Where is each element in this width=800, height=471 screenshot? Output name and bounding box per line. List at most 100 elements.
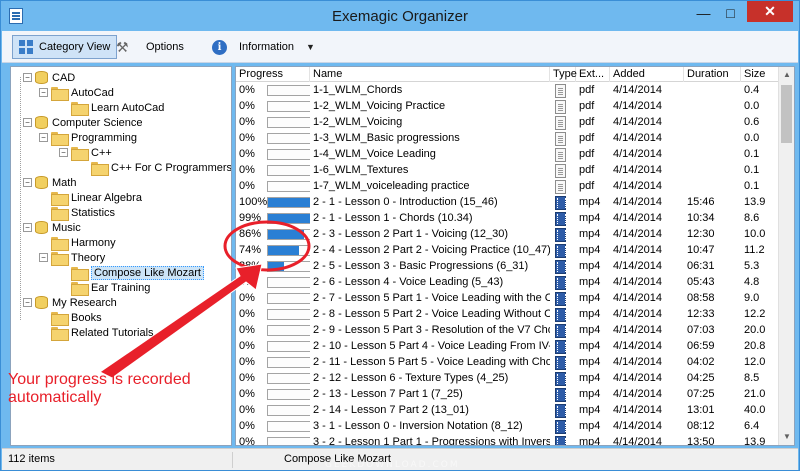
- column-header-name[interactable]: Name: [310, 67, 550, 82]
- tree-node[interactable]: Related Tutorials: [39, 325, 154, 341]
- progress-cell: 0%: [236, 131, 310, 147]
- collapse-toggle-icon[interactable]: −: [23, 73, 32, 82]
- table-row[interactable]: 0% 1-4_WLM_Voice Leading pdf 4/14/2014 0.1: [236, 147, 779, 163]
- tree-node[interactable]: − Theory: [39, 250, 105, 266]
- table-row[interactable]: 0% 2 - 10 - Lesson 5 Part 4 - Voice Leadi…: [236, 339, 779, 355]
- close-button[interactable]: ✕: [747, 1, 793, 22]
- tree-node-label: Music: [52, 221, 81, 234]
- scrollbar-thumb[interactable]: [781, 85, 792, 143]
- file-list[interactable]: Progress Name Type Ext... Added Duration…: [235, 66, 795, 446]
- table-row[interactable]: 0% 2 - 8 - Lesson 5 Part 2 - Voice Leadin…: [236, 307, 779, 323]
- table-row[interactable]: 0% 2 - 14 - Lesson 7 Part 2 (13_01) mp4 4/1…: [236, 403, 779, 419]
- collapse-toggle-icon[interactable]: −: [23, 118, 32, 127]
- tree-node[interactable]: − Music: [23, 220, 81, 235]
- file-size-cell: 5.3: [744, 260, 760, 272]
- progress-text: 0%: [239, 116, 255, 128]
- collapse-toggle-icon[interactable]: −: [39, 88, 48, 97]
- duration-cell: 13:01: [687, 404, 715, 416]
- collapse-toggle-icon[interactable]: −: [23, 298, 32, 307]
- tree-node[interactable]: Harmony: [39, 235, 116, 251]
- tree-node[interactable]: Learn AutoCad: [59, 100, 164, 116]
- tree-node[interactable]: − Computer Science: [23, 115, 143, 130]
- table-row[interactable]: 0% 3 - 1 - Lesson 0 - Inversion Notation …: [236, 419, 779, 435]
- title-bar[interactable]: Exemagic Organizer — □ ✕: [1, 1, 799, 31]
- table-row[interactable]: 74% 2 - 4 - Lesson 2 Part 2 - Voicing Pra…: [236, 243, 779, 259]
- column-header-type[interactable]: Type: [550, 67, 577, 82]
- progress-text: 0%: [239, 404, 255, 416]
- file-type-cell: [550, 291, 576, 307]
- table-row[interactable]: 0% 2 - 9 - Lesson 5 Part 3 - Resolution o…: [236, 323, 779, 339]
- file-name-cell: 2 - 3 - Lesson 2 Part 1 - Voicing (12_30…: [313, 228, 509, 240]
- column-header-progress[interactable]: Progress: [236, 67, 310, 82]
- tree-node[interactable]: − My Research: [23, 295, 117, 310]
- options-button[interactable]: ⚒ Options: [110, 35, 190, 59]
- file-name-cell: 2 - 6 - Lesson 4 - Voice Leading (5_43): [313, 276, 504, 288]
- tree-node[interactable]: C++ For C Programmers: [79, 160, 231, 176]
- collapse-toggle-icon[interactable]: −: [23, 178, 32, 187]
- column-header-duration[interactable]: Duration: [684, 67, 741, 82]
- table-row[interactable]: 0% 3 - 2 - Lesson 1 Part 1 - Progressions…: [236, 435, 779, 445]
- information-button[interactable]: i Information ▼: [206, 35, 321, 59]
- file-name-cell: 1-2_WLM_Voicing: [313, 116, 403, 128]
- tree-node[interactable]: Linear Algebra: [39, 190, 142, 206]
- tree-node[interactable]: − Programming: [39, 130, 137, 146]
- collapse-toggle-icon[interactable]: −: [59, 148, 68, 157]
- column-header-extension[interactable]: Ext...: [576, 67, 610, 82]
- file-name-cell: 1-6_WLM_Textures: [313, 164, 409, 176]
- tree-node[interactable]: Statistics: [39, 205, 115, 221]
- dropdown-arrow-icon[interactable]: ▼: [306, 42, 315, 52]
- table-row[interactable]: 0% 1-1_WLM_Chords pdf 4/14/2014 0.4: [236, 83, 779, 99]
- duration-cell: 08:58: [687, 292, 715, 304]
- scroll-up-icon[interactable]: ▲: [779, 67, 794, 83]
- table-row[interactable]: 86% 2 - 3 - Lesson 2 Part 1 - Voicing (12…: [236, 227, 779, 243]
- table-row[interactable]: 99% 2 - 1 - Lesson 1 - Chords (10.34) mp4 4…: [236, 211, 779, 227]
- progress-text: 0%: [239, 84, 255, 96]
- tree-node[interactable]: Ear Training: [59, 280, 150, 296]
- collapse-toggle-icon[interactable]: −: [39, 253, 48, 262]
- category-view-button[interactable]: Category View: [12, 35, 118, 59]
- date-added-cell: 4/14/2014: [613, 308, 662, 320]
- scroll-down-icon[interactable]: ▼: [779, 429, 794, 445]
- table-row[interactable]: 0% 1-6_WLM_Textures pdf 4/14/2014 0.1: [236, 163, 779, 179]
- folder-icon: [71, 281, 89, 296]
- collapse-toggle-icon[interactable]: −: [39, 133, 48, 142]
- tree-node[interactable]: − Math: [23, 175, 76, 190]
- tree-node[interactable]: − C++: [59, 145, 112, 161]
- table-row[interactable]: 0% 1-3_WLM_Basic progressions pdf 4/14/2014…: [236, 131, 779, 147]
- folder-icon: [51, 86, 69, 101]
- vertical-scrollbar[interactable]: ▲ ▼: [778, 67, 794, 445]
- table-row[interactable]: 0% 1-2_WLM_Voicing pdf 4/14/2014 0.6: [236, 115, 779, 131]
- tree-node-label: Compose Like Mozart: [91, 265, 204, 280]
- file-extension-cell: pdf: [579, 164, 595, 176]
- table-row[interactable]: 0% 1-7_WLM_voiceleading practice pdf 4/14/2…: [236, 179, 779, 195]
- tree-node[interactable]: Compose Like Mozart: [59, 265, 204, 281]
- tree-node[interactable]: Books: [39, 310, 102, 326]
- date-added-cell: 4/14/2014: [613, 84, 662, 96]
- file-name-cell: 1-7_WLM_voiceleading practice: [313, 180, 470, 192]
- table-row[interactable]: 0% 2 - 13 - Lesson 7 Part 1 (7_25) mp4 4/14…: [236, 387, 779, 403]
- table-row[interactable]: 100% 2 - 1 - Lesson 0 - Introduction (15_…: [236, 195, 779, 211]
- tree-node[interactable]: − AutoCad: [39, 85, 114, 101]
- table-row[interactable]: 0% 2 - 7 - Lesson 5 Part 1 - Voice Leadin…: [236, 291, 779, 307]
- progress-bar: [267, 421, 310, 432]
- column-header-size[interactable]: Size: [741, 67, 779, 82]
- column-header-added[interactable]: Added: [610, 67, 684, 82]
- tree-node[interactable]: − CAD: [23, 70, 75, 85]
- progress-cell: 0%: [236, 179, 310, 195]
- file-size-cell: 20.0: [744, 324, 766, 336]
- database-icon: [35, 116, 48, 129]
- folder-icon: [51, 251, 69, 266]
- minimize-button[interactable]: —: [690, 3, 717, 23]
- maximize-button[interactable]: □: [717, 3, 744, 23]
- date-added-cell: 4/14/2014: [613, 324, 662, 336]
- table-row[interactable]: 0% 2 - 12 - Lesson 6 - Texture Types (4_2…: [236, 371, 779, 387]
- progress-cell: 0%: [236, 435, 310, 445]
- table-row[interactable]: 38% 2 - 5 - Lesson 3 - Basic Progressions…: [236, 259, 779, 275]
- table-row[interactable]: 0% 2 - 6 - Lesson 4 - Voice Leading (5_43…: [236, 275, 779, 291]
- collapse-toggle-icon[interactable]: −: [23, 223, 32, 232]
- file-extension-cell: pdf: [579, 84, 595, 96]
- table-row[interactable]: 0% 2 - 11 - Lesson 5 Part 5 - Voice Leadi…: [236, 355, 779, 371]
- progress-bar: [267, 277, 310, 288]
- table-row[interactable]: 0% 1-2_WLM_Voicing Practice pdf 4/14/2014 0.…: [236, 99, 779, 115]
- tree-node-label: AutoCad: [71, 86, 114, 99]
